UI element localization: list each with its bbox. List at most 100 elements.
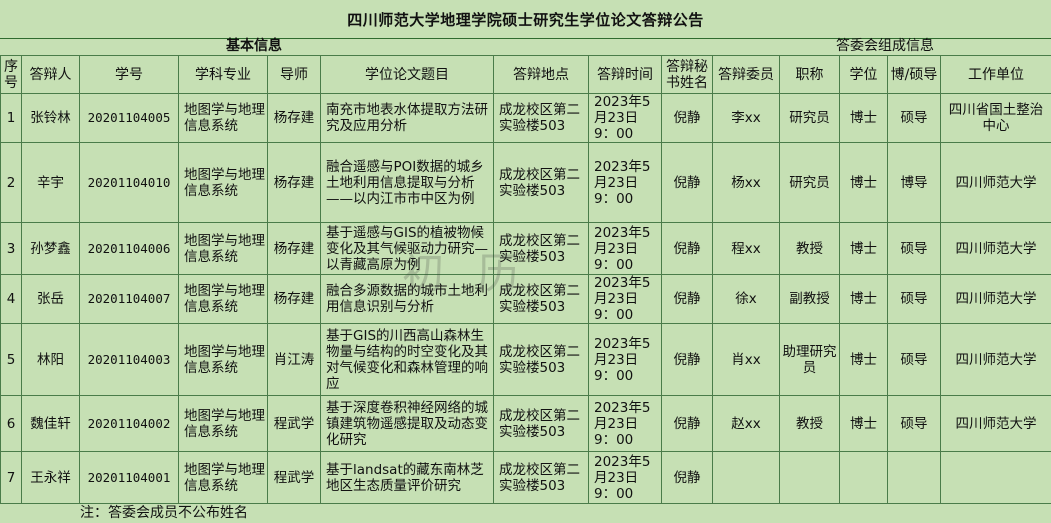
cell-student-id[interactable]: 20201104001 [79,451,179,504]
cell-thesis[interactable]: 融合多源数据的城市土地利用信息识别与分析 [320,274,494,324]
cell-place[interactable]: 成龙校区第二实验楼503 [493,323,589,396]
cell-secretary[interactable]: 倪静 [661,451,713,504]
cell-supervisor-type[interactable] [887,451,941,504]
cell-unit[interactable]: 四川师范大学 [940,222,1051,275]
cell-seq[interactable]: 1 [0,93,22,143]
cell-major[interactable]: 地图学与地理信息系统 [178,395,268,452]
header-advisor[interactable]: 导师 [267,55,321,94]
cell-unit[interactable]: 四川师范大学 [940,395,1051,452]
header-student-id[interactable]: 学号 [79,55,179,94]
cell-secretary[interactable]: 倪静 [661,395,713,452]
cell-thesis[interactable]: 基于深度卷积神经网络的城镇建筑物遥感提取及动态变化研究 [320,395,494,452]
cell-place[interactable]: 成龙校区第二实验楼503 [493,222,589,275]
header-committee-member[interactable]: 答辩委员 [712,55,780,94]
cell-name[interactable]: 孙梦鑫 [21,222,80,275]
header-supervisor-type[interactable]: 博/硕导 [887,55,941,94]
cell-time[interactable]: 2023年5月23日9：00 [588,222,662,275]
header-degree[interactable]: 学位 [839,55,888,94]
cell-name[interactable]: 辛宇 [21,142,80,223]
cell-secretary[interactable]: 倪静 [661,93,713,143]
cell-advisor[interactable]: 程武学 [267,395,321,452]
header-place[interactable]: 答辩地点 [493,55,589,94]
cell-seq[interactable]: 5 [0,323,22,396]
header-unit[interactable]: 工作单位 [940,55,1051,94]
cell-committee-member[interactable]: 程xx [712,222,780,275]
cell-rank[interactable]: 副教授 [779,274,840,324]
cell-place[interactable]: 成龙校区第二实验楼503 [493,451,589,504]
cell-time[interactable]: 2023年5月23日9：00 [588,451,662,504]
cell-rank[interactable] [779,451,840,504]
cell-major[interactable]: 地图学与地理信息系统 [178,323,268,396]
cell-unit[interactable]: 四川省国土整治中心 [940,93,1051,143]
cell-unit[interactable]: 四川师范大学 [940,274,1051,324]
cell-time[interactable]: 2023年5月23日9：00 [588,395,662,452]
cell-advisor[interactable]: 杨存建 [267,222,321,275]
cell-seq[interactable]: 4 [0,274,22,324]
header-name[interactable]: 答辩人 [21,55,80,94]
cell-place[interactable]: 成龙校区第二实验楼503 [493,93,589,143]
cell-student-id[interactable]: 20201104003 [79,323,179,396]
cell-seq[interactable]: 3 [0,222,22,275]
cell-committee-member[interactable]: 杨xx [712,142,780,223]
cell-thesis[interactable]: 基于landsat的藏东南林芝地区生态质量评价研究 [320,451,494,504]
cell-degree[interactable]: 博士 [839,93,888,143]
cell-time[interactable]: 2023年5月23日9：00 [588,142,662,223]
cell-name[interactable]: 张铃林 [21,93,80,143]
cell-supervisor-type[interactable]: 硕导 [887,395,941,452]
cell-unit[interactable]: 四川师范大学 [940,142,1051,223]
cell-student-id[interactable]: 20201104006 [79,222,179,275]
cell-supervisor-type[interactable]: 硕导 [887,222,941,275]
cell-secretary[interactable]: 倪静 [661,142,713,223]
cell-student-id[interactable]: 20201104002 [79,395,179,452]
cell-seq[interactable]: 7 [0,451,22,504]
cell-rank[interactable]: 研究员 [779,142,840,223]
cell-place[interactable]: 成龙校区第二实验楼503 [493,395,589,452]
cell-supervisor-type[interactable]: 硕导 [887,274,941,324]
cell-thesis[interactable]: 融合遥感与POI数据的城乡土地利用信息提取与分析——以内江市市中区为例 [320,142,494,223]
cell-major[interactable]: 地图学与地理信息系统 [178,142,268,223]
cell-secretary[interactable]: 倪静 [661,274,713,324]
cell-name[interactable]: 王永祥 [21,451,80,504]
cell-thesis[interactable]: 南充市地表水体提取方法研究及应用分析 [320,93,494,143]
cell-major[interactable]: 地图学与地理信息系统 [178,274,268,324]
cell-degree[interactable]: 博士 [839,274,888,324]
cell-major[interactable]: 地图学与地理信息系统 [178,93,268,143]
header-time[interactable]: 答辩时间 [588,55,662,94]
cell-place[interactable]: 成龙校区第二实验楼503 [493,274,589,324]
cell-degree[interactable]: 博士 [839,142,888,223]
cell-degree[interactable] [839,451,888,504]
cell-rank[interactable]: 教授 [779,222,840,275]
cell-thesis[interactable]: 基于GIS的川西高山森林生物量与结构的时空变化及其对气候变化和森林管理的响应 [320,323,494,396]
cell-time[interactable]: 2023年5月23日9：00 [588,323,662,396]
cell-unit[interactable] [940,451,1051,504]
cell-advisor[interactable]: 杨存建 [267,274,321,324]
cell-seq[interactable]: 6 [0,395,22,452]
cell-name[interactable]: 张岳 [21,274,80,324]
header-thesis[interactable]: 学位论文题目 [320,55,494,94]
header-rank[interactable]: 职称 [779,55,840,94]
cell-thesis[interactable]: 基于遥感与GIS的植被物候变化及其气候驱动力研究—以青藏高原为例 [320,222,494,275]
cell-rank[interactable]: 助理研究员 [779,323,840,396]
cell-name[interactable]: 林阳 [21,323,80,396]
cell-advisor[interactable]: 程武学 [267,451,321,504]
cell-time[interactable]: 2023年5月23日9：00 [588,93,662,143]
cell-secretary[interactable]: 倪静 [661,222,713,275]
cell-committee-member[interactable]: 赵xx [712,395,780,452]
cell-supervisor-type[interactable]: 硕导 [887,323,941,396]
cell-seq[interactable]: 2 [0,142,22,223]
cell-student-id[interactable]: 20201104005 [79,93,179,143]
cell-rank[interactable]: 教授 [779,395,840,452]
cell-committee-member[interactable]: 肖xx [712,323,780,396]
cell-rank[interactable]: 研究员 [779,93,840,143]
cell-advisor[interactable]: 肖江涛 [267,323,321,396]
cell-secretary[interactable]: 倪静 [661,323,713,396]
cell-supervisor-type[interactable]: 博导 [887,142,941,223]
cell-advisor[interactable]: 杨存建 [267,93,321,143]
cell-unit[interactable]: 四川师范大学 [940,323,1051,396]
cell-student-id[interactable]: 20201104010 [79,142,179,223]
cell-degree[interactable]: 博士 [839,222,888,275]
cell-degree[interactable]: 博士 [839,323,888,396]
cell-supervisor-type[interactable]: 硕导 [887,93,941,143]
cell-place[interactable]: 成龙校区第二实验楼503 [493,142,589,223]
cell-committee-member[interactable]: 李xx [712,93,780,143]
